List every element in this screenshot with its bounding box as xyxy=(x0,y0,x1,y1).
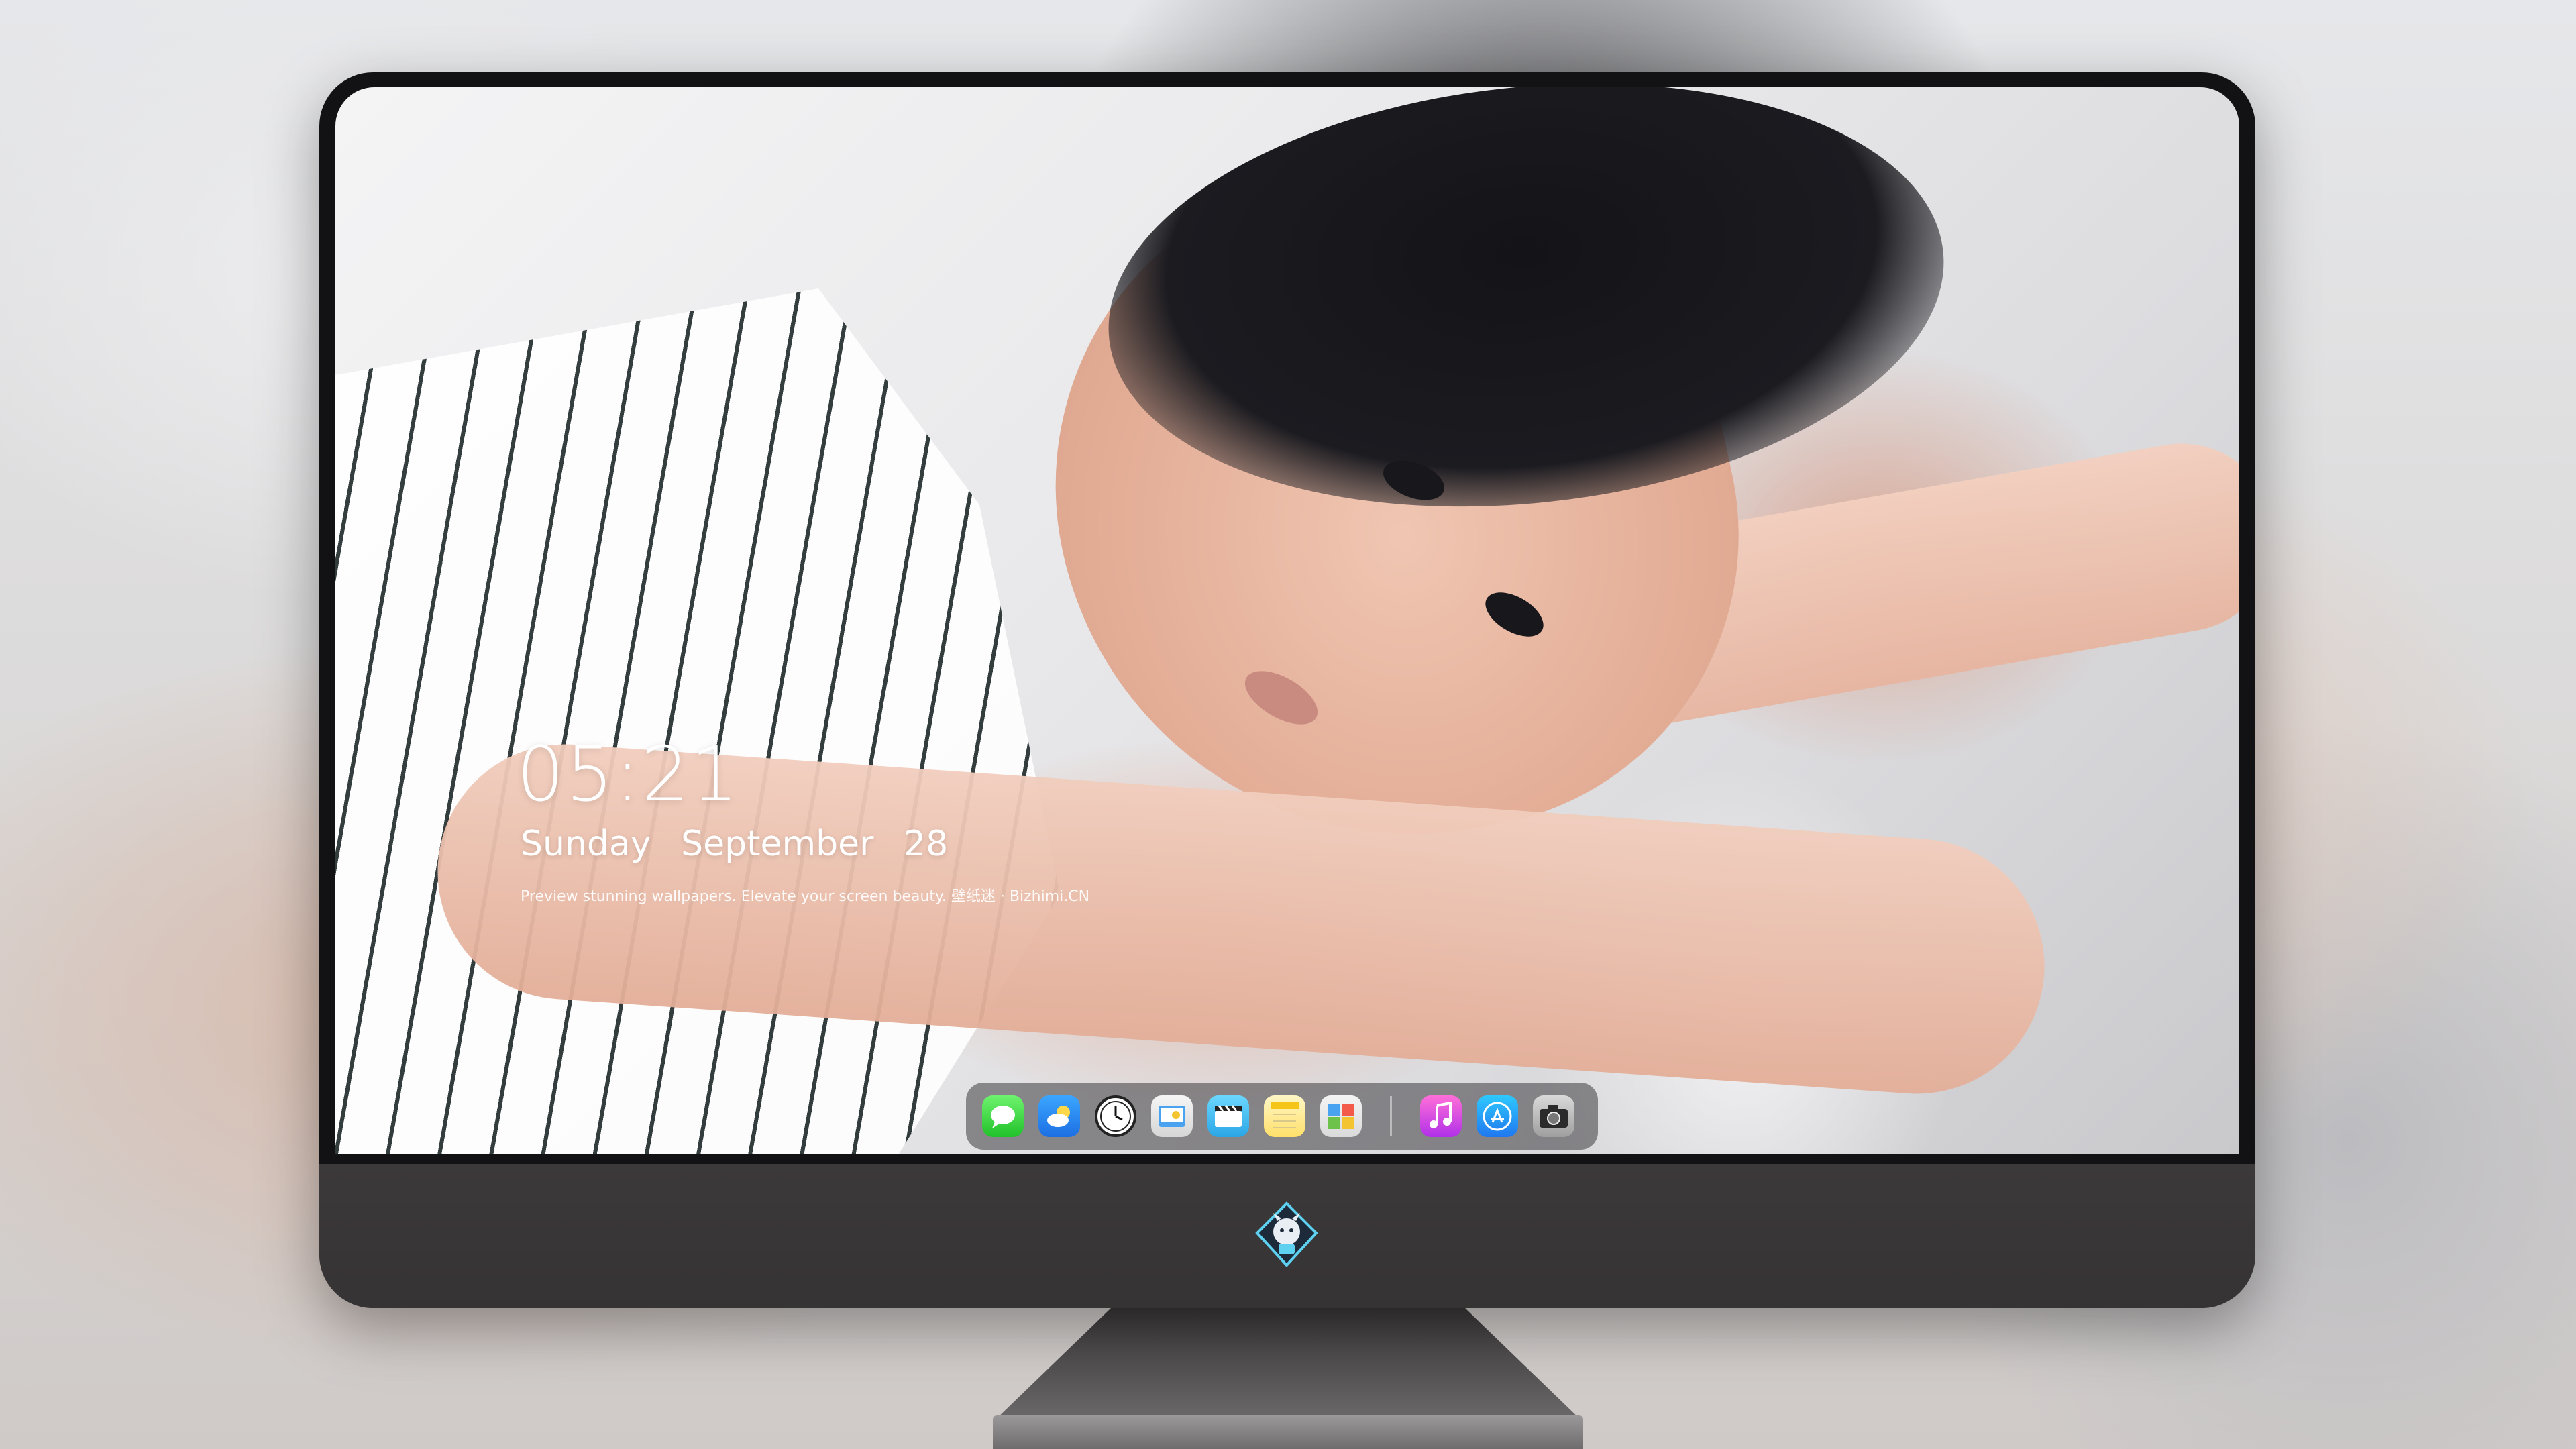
date-day: 28 xyxy=(904,824,949,864)
bizhimi-logo-icon xyxy=(1253,1201,1320,1268)
camera-icon[interactable] xyxy=(1533,1095,1574,1137)
lock-screen-time: 05:21 xyxy=(517,731,740,818)
dock xyxy=(966,1083,1598,1150)
clips-icon[interactable] xyxy=(1208,1095,1249,1137)
date-weekday: Sunday xyxy=(521,824,651,864)
music-icon[interactable] xyxy=(1420,1095,1462,1137)
desktop-screen xyxy=(335,87,2239,1154)
wallpaper-tagline: Preview stunning wallpapers. Elevate you… xyxy=(521,888,1090,905)
messages-icon[interactable] xyxy=(982,1095,1024,1137)
monitor-stand-base xyxy=(993,1415,1583,1449)
clock-icon[interactable] xyxy=(1095,1095,1136,1137)
date-month: September xyxy=(681,824,874,864)
dock-separator xyxy=(1390,1096,1392,1136)
weather-icon[interactable] xyxy=(1038,1095,1080,1137)
preview-icon[interactable] xyxy=(1151,1095,1193,1137)
app-store-icon[interactable] xyxy=(1477,1095,1518,1137)
lock-screen-date: Sunday September 28 xyxy=(521,824,948,864)
notes-icon[interactable] xyxy=(1264,1095,1305,1137)
photos-icon[interactable] xyxy=(1320,1095,1362,1137)
